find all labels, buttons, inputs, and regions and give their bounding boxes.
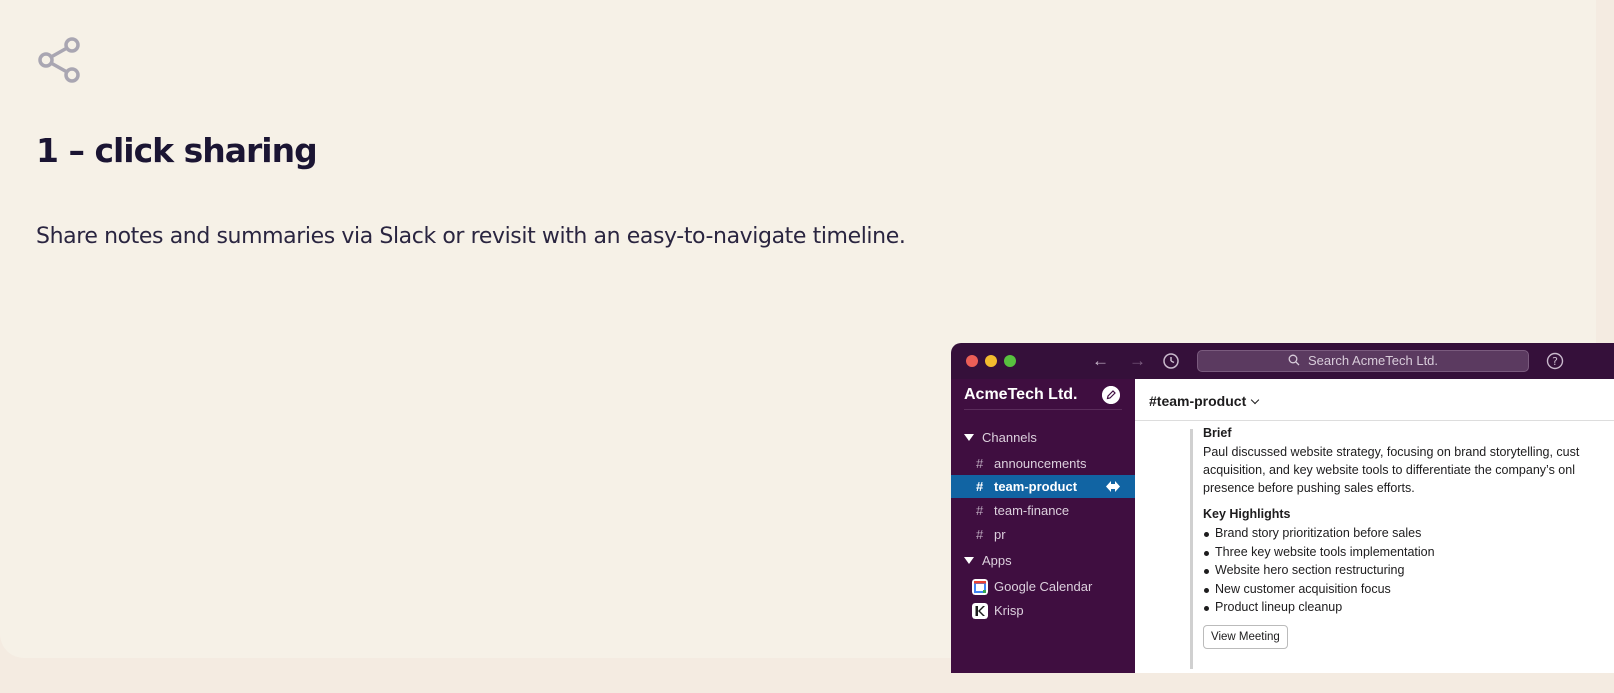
sidebar-item-pr[interactable]: # pr — [951, 523, 1135, 546]
svg-text:?: ? — [1552, 355, 1558, 368]
sidebar-item-krisp[interactable]: Krisp — [951, 599, 1135, 622]
search-input[interactable]: Search AcmeTech Ltd. — [1197, 350, 1529, 372]
list-item: Three key website tools implementation — [1203, 543, 1614, 562]
apps-section-label: Apps — [982, 553, 1012, 568]
hash-icon: # — [976, 479, 984, 494]
history-icon[interactable] — [1162, 352, 1180, 370]
list-item: New customer acquisition focus — [1203, 580, 1614, 599]
brief-line: acquisition, and key website tools to di… — [1203, 463, 1575, 477]
channels-section-toggle[interactable]: Channels — [964, 430, 1037, 445]
app-name: Krisp — [994, 603, 1024, 618]
caret-down-icon — [964, 557, 974, 564]
feature-subtitle: Share notes and summaries via Slack or r… — [36, 224, 906, 249]
channels-section-label: Channels — [982, 430, 1037, 445]
channel-name: team-product — [994, 479, 1078, 494]
apps-section-toggle[interactable]: Apps — [964, 553, 1012, 568]
hash-icon: # — [976, 527, 984, 542]
krisp-icon — [972, 603, 988, 619]
compose-icon[interactable] — [1102, 386, 1120, 404]
channel-title: #team-product — [1149, 393, 1247, 409]
feature-title: 1 – click sharing — [36, 131, 318, 170]
back-arrow-icon[interactable]: ← — [1092, 351, 1109, 371]
help-icon[interactable]: ? — [1546, 352, 1564, 370]
channel-title-button[interactable]: #team-product — [1149, 393, 1260, 409]
search-placeholder: Search AcmeTech Ltd. — [1307, 353, 1439, 368]
close-window-button[interactable] — [966, 355, 978, 367]
workspace-divider — [964, 409, 1122, 410]
window-titlebar: ← → Search AcmeTech Ltd. ? — [951, 343, 1614, 379]
hash-icon: # — [976, 456, 984, 471]
minimize-window-button[interactable] — [985, 355, 997, 367]
channel-name: pr — [994, 527, 1006, 542]
google-calendar-icon — [972, 579, 988, 595]
list-item: Brand story prioritization before sales — [1203, 524, 1614, 543]
channel-name: team-finance — [994, 503, 1070, 518]
hash-icon: # — [976, 503, 984, 518]
forward-arrow-icon[interactable]: → — [1129, 351, 1146, 371]
channel-header: #team-product — [1135, 379, 1614, 421]
message-quote-bar — [1190, 429, 1193, 669]
search-icon — [1288, 354, 1300, 366]
slack-sidebar: AcmeTech Ltd. Channels # announcements #… — [951, 379, 1135, 673]
maximize-window-button[interactable] — [1004, 355, 1016, 367]
view-meeting-button[interactable]: View Meeting — [1203, 624, 1288, 649]
message-body: Brief Paul discussed website strategy, f… — [1203, 424, 1614, 649]
highlights-heading: Key Highlights — [1203, 507, 1291, 521]
brief-heading: Brief — [1203, 426, 1232, 440]
slack-window: ← → Search AcmeTech Ltd. ? AcmeTech Ltd.… — [951, 343, 1614, 673]
channel-name: announcements — [994, 456, 1087, 471]
workspace-name[interactable]: AcmeTech Ltd. — [964, 386, 1078, 404]
shared-channel-icon — [1106, 481, 1120, 492]
list-item: Website hero section restructuring — [1203, 561, 1614, 580]
share-icon — [38, 37, 80, 83]
brief-line: presence before pushing sales efforts. — [1203, 481, 1415, 495]
chevron-down-icon — [1250, 395, 1260, 405]
caret-down-icon — [964, 434, 974, 441]
app-name: Google Calendar — [994, 579, 1093, 594]
sidebar-item-team-product[interactable]: # team-product — [951, 475, 1135, 498]
sidebar-item-announcements[interactable]: # announcements — [951, 452, 1135, 475]
sidebar-item-team-finance[interactable]: # team-finance — [951, 499, 1135, 522]
highlights-list: Brand story prioritization before sales … — [1203, 524, 1614, 617]
brief-line: Paul discussed website strategy, focusin… — [1203, 445, 1580, 459]
brief-text: Paul discussed website strategy, focusin… — [1203, 443, 1614, 497]
list-item: Product lineup cleanup — [1203, 598, 1614, 617]
sidebar-item-google-calendar[interactable]: Google Calendar — [951, 575, 1135, 598]
